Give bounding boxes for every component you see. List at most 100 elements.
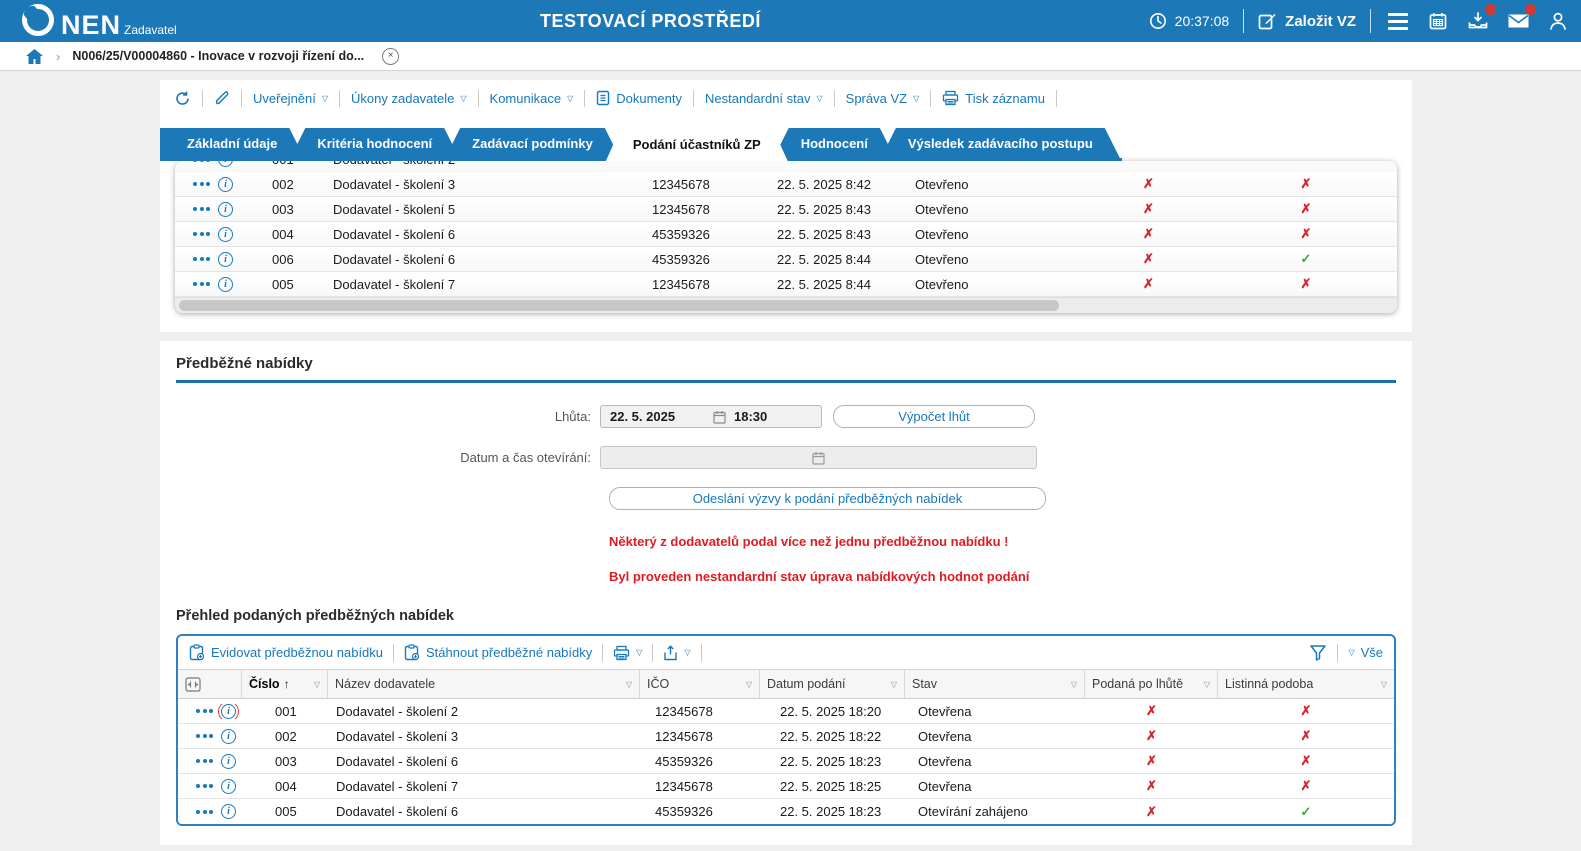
- info-icon[interactable]: i: [218, 227, 233, 242]
- print-dropdown[interactable]: ▽: [613, 645, 642, 661]
- calendar-icon[interactable]: [1425, 8, 1451, 34]
- table-row[interactable]: i 002 Dodavatel - školení 3 12345678 22.…: [175, 172, 1397, 197]
- inbox-download-icon[interactable]: [1465, 8, 1491, 34]
- column-datum-podani[interactable]: Datum podání ▽: [760, 670, 905, 698]
- filter-dropdown-icon[interactable]: ▽: [1071, 680, 1077, 689]
- document-icon: [596, 90, 610, 106]
- row-menu-icon[interactable]: [196, 784, 213, 788]
- table-row-clipped[interactable]: i 001 Dodavatel - školení 2: [175, 161, 1397, 172]
- filter-dropdown-icon[interactable]: ▽: [1381, 680, 1387, 689]
- notification-badge: [1525, 4, 1536, 15]
- breadcrumb-item[interactable]: N006/25/V00004860 - Inovace v rozvoji ří…: [72, 49, 364, 63]
- menu-komunikace[interactable]: Komunikace▽: [490, 91, 574, 106]
- user-profile-icon[interactable]: [1545, 8, 1571, 34]
- row-menu-icon[interactable]: [193, 257, 210, 261]
- filter-dropdown-icon[interactable]: ▽: [746, 680, 752, 689]
- table-row[interactable]: i 003 Dodavatel - školení 6 45359326 22.…: [178, 749, 1394, 774]
- info-icon[interactable]: i: [221, 754, 236, 769]
- download-offers-button[interactable]: Stáhnout předběžné nabídky: [404, 644, 592, 661]
- table-row[interactable]: i 006 Dodavatel - školení 6 45359326 22.…: [175, 247, 1397, 272]
- info-icon[interactable]: i: [218, 277, 233, 292]
- row-menu-icon[interactable]: [196, 810, 213, 814]
- table-row[interactable]: i 003 Dodavatel - školení 5 12345678 22.…: [175, 197, 1397, 222]
- grid-toolbar: Evidovat předběžnou nabídku Stáhnout pře…: [178, 636, 1394, 669]
- tab-kriteria-hodnoceni[interactable]: Kritéria hodnocení: [290, 128, 459, 158]
- printer-icon: [613, 645, 630, 661]
- menu-uverejneni[interactable]: Uveřejnění▽: [253, 91, 328, 106]
- nen-logo-icon: [22, 4, 54, 36]
- deadline-label: Lhůta:: [176, 409, 600, 424]
- info-icon[interactable]: i: [218, 202, 233, 217]
- info-icon[interactable]: i: [221, 779, 236, 794]
- edit-pencil-icon[interactable]: [214, 90, 230, 106]
- row-menu-icon[interactable]: [196, 759, 213, 763]
- table-row[interactable]: i 002 Dodavatel - školení 3 12345678 22.…: [178, 724, 1394, 749]
- deadline-datetime-input[interactable]: 22. 5. 2025 18:30: [600, 405, 822, 428]
- table-row[interactable]: i 001 Dodavatel - školení 2 12345678 22.…: [178, 699, 1394, 724]
- info-icon[interactable]: i: [221, 804, 236, 819]
- column-listinna-podoba[interactable]: Listinná podoba ▽: [1218, 670, 1394, 698]
- info-icon[interactable]: i: [218, 252, 233, 267]
- scrollbar-thumb[interactable]: [179, 300, 1059, 311]
- row-menu-icon[interactable]: [196, 734, 213, 738]
- calc-deadlines-button[interactable]: Výpočet lhůt: [833, 405, 1035, 428]
- chevron-down-icon: ▽: [913, 94, 919, 103]
- column-settings[interactable]: [178, 670, 242, 698]
- filter-dropdown-icon[interactable]: ▽: [626, 680, 632, 689]
- table-row[interactable]: i 005 Dodavatel - školení 7 12345678 22.…: [175, 272, 1397, 297]
- column-stav[interactable]: Stav ▽: [905, 670, 1085, 698]
- menu-sprava-vz[interactable]: Správa VZ▽: [846, 91, 920, 106]
- menu-tisk-zaznamu[interactable]: Tisk záznamu: [942, 90, 1045, 106]
- info-icon[interactable]: i: [218, 177, 233, 192]
- opening-label: Datum a čas otevírání:: [176, 450, 600, 465]
- record-tabs: Základní údaje Kritéria hodnocení Zadáva…: [160, 128, 1122, 158]
- row-menu-icon[interactable]: [193, 282, 210, 286]
- warning-multiple-offers: Některý z dodavatelů podal více než jedn…: [609, 534, 1396, 549]
- column-ico[interactable]: IČO ▽: [640, 670, 760, 698]
- tab-vysledek[interactable]: Výsledek zadávacího postupu: [881, 128, 1120, 158]
- tab-zakladni-udaje[interactable]: Základní údaje: [160, 128, 304, 158]
- row-menu-icon[interactable]: [193, 232, 210, 236]
- preliminary-offers-panel: Předběžné nabídky Lhůta: 22. 5. 2025 18:…: [160, 341, 1412, 845]
- column-podana-po-lhute[interactable]: Podaná po lhůtě ▽: [1085, 670, 1218, 698]
- mail-icon[interactable]: [1505, 8, 1531, 34]
- calendar-small-icon[interactable]: [713, 410, 726, 424]
- filter-icon[interactable]: [1309, 644, 1327, 661]
- register-offer-button[interactable]: Evidovat předběžnou nabídku: [189, 644, 383, 661]
- tab-zadavaci-podminky[interactable]: Zadávací podmínky: [445, 128, 620, 158]
- row-menu-icon[interactable]: [193, 182, 210, 186]
- menu-ukony-zadavatele[interactable]: Úkony zadavatele▽: [351, 91, 467, 106]
- filter-dropdown-icon[interactable]: ▽: [1204, 680, 1210, 689]
- row-menu-icon[interactable]: [193, 161, 210, 162]
- home-icon[interactable]: [25, 48, 44, 65]
- create-vz-label: Založit VZ: [1285, 13, 1356, 30]
- menu-dokumenty[interactable]: Dokumenty: [596, 90, 682, 106]
- close-record-icon[interactable]: ×: [382, 48, 399, 65]
- nen-logo[interactable]: NEN Zadavatel: [0, 4, 177, 38]
- tab-podani-ucastniku-zp[interactable]: Podání účastníků ZP: [606, 128, 788, 161]
- filter-dropdown-icon[interactable]: ▽: [891, 680, 897, 689]
- menu-icon[interactable]: [1385, 8, 1411, 34]
- create-vz-button[interactable]: Založit VZ: [1258, 12, 1356, 31]
- column-nazev-dodavatele[interactable]: Název dodavatele ▽: [328, 670, 640, 698]
- info-icon[interactable]: i: [221, 729, 236, 744]
- send-call-button[interactable]: Odeslání výzvy k podání předběžných nabí…: [609, 487, 1046, 510]
- row-menu-icon[interactable]: [193, 207, 210, 211]
- cell-date: 22. 5. 2025 8:42: [757, 177, 902, 192]
- tab-hodnoceni[interactable]: Hodnocení: [774, 128, 895, 158]
- info-icon[interactable]: i: [218, 161, 233, 167]
- row-menu-icon[interactable]: [196, 709, 213, 713]
- calendar-small-icon: [812, 451, 825, 465]
- table-row[interactable]: i 004 Dodavatel - školení 7 12345678 22.…: [178, 774, 1394, 799]
- column-cislo[interactable]: Číslo ↑ ▽: [242, 670, 328, 698]
- table-row[interactable]: i 004 Dodavatel - školení 6 45359326 22.…: [175, 222, 1397, 247]
- divider: [1370, 9, 1371, 33]
- filter-dropdown-icon[interactable]: ▽: [314, 680, 320, 689]
- menu-nestandardni-stav[interactable]: Nestandardní stav▽: [705, 91, 823, 106]
- export-dropdown[interactable]: ▽: [663, 645, 690, 661]
- info-icon-focused[interactable]: i: [221, 704, 236, 719]
- filter-all-dropdown[interactable]: ▽ Vše: [1348, 645, 1383, 660]
- table-row[interactable]: i 005 Dodavatel - školení 6 45359326 22.…: [178, 799, 1394, 824]
- horizontal-scrollbar[interactable]: [175, 297, 1397, 313]
- refresh-icon[interactable]: [174, 90, 191, 107]
